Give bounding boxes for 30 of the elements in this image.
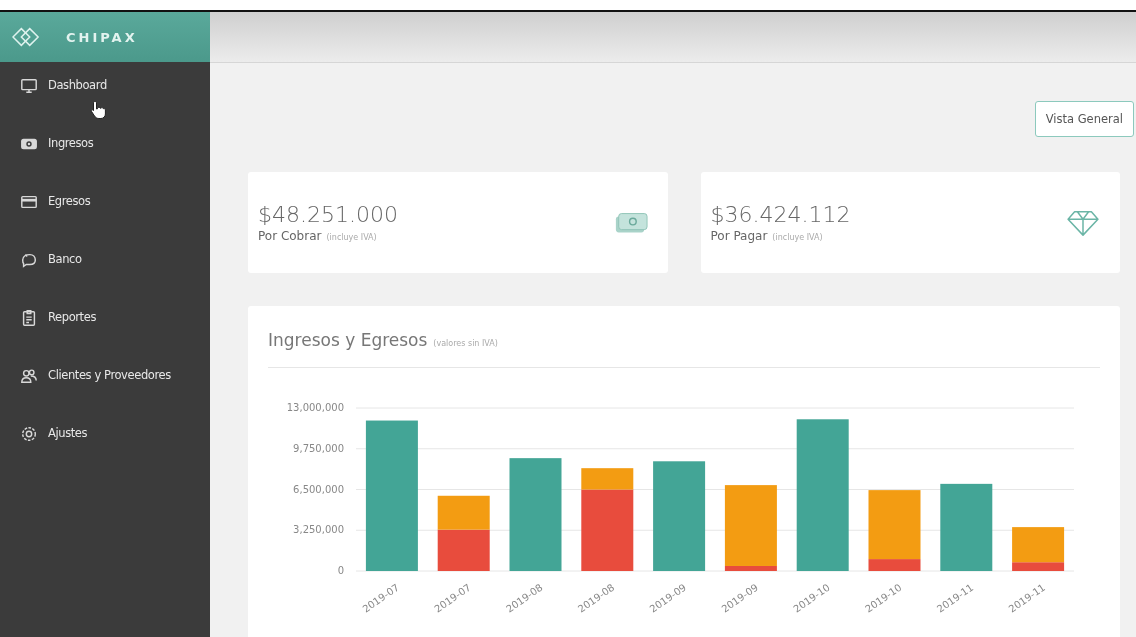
amount-value: $48.251.000 [258, 202, 398, 227]
brand-name: CHIPAX [66, 29, 138, 45]
sidebar-item[interactable]: Banco [0, 252, 210, 310]
chart-title: Ingresos y Egresos [268, 330, 428, 350]
logo-icon [12, 26, 40, 48]
card-label: Por Cobrar [258, 229, 322, 243]
sidebar-item[interactable]: Reportes [0, 310, 210, 368]
y-axis-label: 9,750,000 [293, 442, 344, 454]
card-label: Por Pagar [710, 229, 768, 243]
y-axis-label: 6,500,000 [293, 483, 344, 495]
clipboard-icon [20, 309, 38, 327]
sidebar-item[interactable]: Dashboard [0, 78, 210, 136]
card-note: (incluye IVA) [326, 233, 377, 242]
sidebar-item[interactable]: Egresos [0, 194, 210, 252]
sidebar-item[interactable]: Ajustes [0, 426, 210, 484]
y-axis-label: 13,000,000 [286, 402, 344, 413]
view-button[interactable]: Vista General [1034, 101, 1134, 137]
sidebar-item[interactable]: Ingresos [0, 136, 210, 194]
card-note: (incluye IVA) [772, 233, 823, 242]
settings-icon [20, 425, 38, 443]
y-axis-label: 0 [337, 565, 344, 576]
card-icon [20, 193, 38, 211]
hand-cursor-icon [90, 100, 106, 120]
chart-note: (valores sin IVA) [433, 339, 498, 348]
people-icon [20, 367, 38, 385]
diamond-icon [1066, 208, 1100, 237]
sidebar-item[interactable]: Clientes y Proveedores [0, 368, 210, 426]
monitor-icon [20, 77, 38, 95]
amount-value: $36.424.112 [710, 202, 851, 227]
y-axis-label: 3,250,000 [293, 524, 344, 536]
